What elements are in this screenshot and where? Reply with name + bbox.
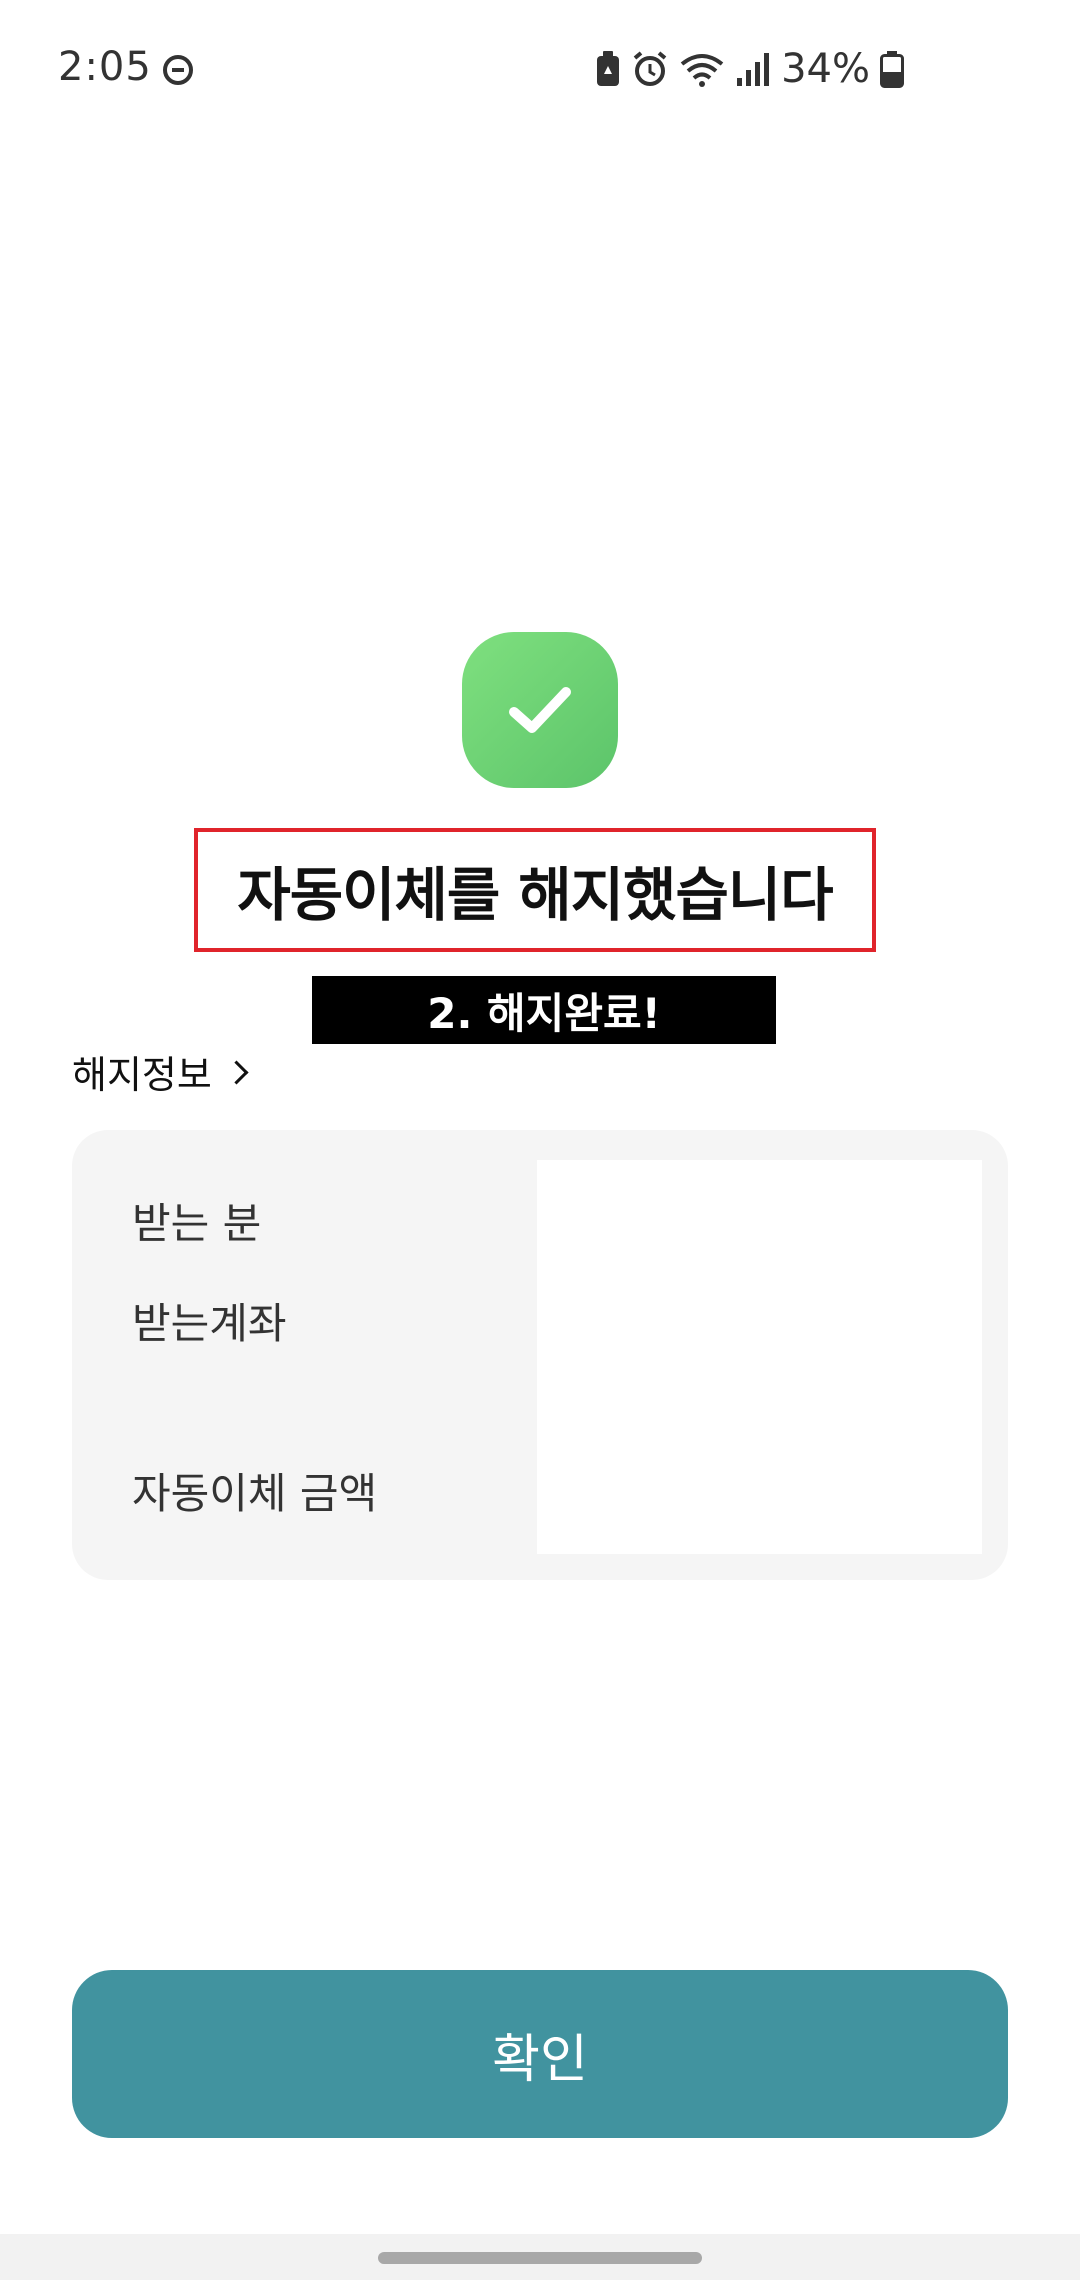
battery-icon [880,51,904,88]
annotation-banner: 2. 해지완료! [312,976,776,1044]
status-bar: 2:05 34% [0,0,1080,140]
confirm-button[interactable]: 확인 [72,1970,1008,2138]
redacted-values-panel [537,1160,982,1554]
signal-icon [737,53,770,86]
section-header-label: 해지정보 [72,1053,212,1097]
status-icons: 34% [595,44,904,94]
amount-label: 자동이체 금액 [132,1469,378,1518]
title-annotation-box: 자동이체를 해지했습니다 [194,828,876,952]
alarm-icon [633,51,667,86]
account-label: 받는계좌 [132,1299,287,1348]
do-not-disturb-icon [163,55,193,85]
battery-saver-icon [597,51,620,86]
chevron-right-icon [224,1060,249,1085]
navigation-bar [0,2234,1080,2280]
battery-percent: 34% [781,46,870,92]
success-check-badge [462,632,618,788]
screen: 2:05 34% 자동이체를 해지했습니다 2. 해지완료! 해지정보 받는 분… [0,0,1080,2280]
checkmark-icon [509,687,571,733]
info-card: 받는 분 받는계좌 자동이체 금액 [72,1130,1008,1580]
status-time: 2:05 [58,44,152,90]
wifi-icon [680,54,724,87]
section-header-cancel-info[interactable]: 해지정보 [72,1044,249,1099]
page-title: 자동이체를 해지했습니다 [237,861,833,929]
home-indicator[interactable] [378,2252,702,2264]
annotation-text: 2. 해지완료! [427,988,661,1038]
receiver-label: 받는 분 [132,1199,262,1248]
